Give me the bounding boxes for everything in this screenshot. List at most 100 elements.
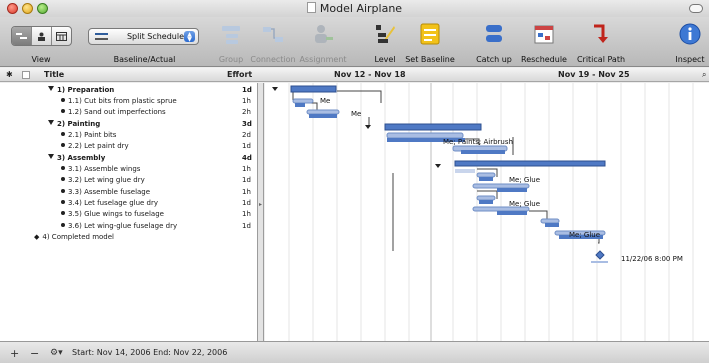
window-title-label: Model Airplane bbox=[319, 2, 403, 15]
task-bar-3-5 bbox=[545, 223, 559, 227]
task-row[interactable]: 1.2) Sand out imperfections 2h bbox=[0, 108, 258, 119]
reschedule-button[interactable]: Reschedule bbox=[516, 17, 572, 67]
task-title: 2.2) Let paint dry bbox=[68, 142, 129, 150]
gantt-gridlines bbox=[288, 83, 694, 341]
task-row[interactable]: 1.1) Cut bits from plastic sprue 1h bbox=[0, 97, 258, 108]
view-segmented-control[interactable] bbox=[11, 26, 72, 46]
view-resource-segment[interactable] bbox=[32, 27, 52, 45]
set-baseline-icon bbox=[420, 23, 440, 45]
connection-label: Connection bbox=[250, 55, 296, 64]
effort-column-header[interactable]: Effort bbox=[227, 70, 252, 79]
task-bullet-icon bbox=[61, 143, 65, 147]
action-gear-icon[interactable]: ⚙▾ bbox=[50, 348, 63, 358]
add-task-button[interactable]: + bbox=[10, 347, 19, 360]
task-bar-1-1 bbox=[295, 103, 305, 107]
baseline-popup[interactable]: Split Schedule ▲ ▼ bbox=[88, 28, 199, 45]
baseline-actual-control: Split Schedule ▲ ▼ Baseline/Actual bbox=[82, 17, 207, 67]
group-bar-preparation bbox=[290, 85, 337, 93]
baseline-bar bbox=[306, 109, 340, 115]
task-row[interactable]: 3.3) Assemble fuselage 1h bbox=[0, 188, 258, 199]
baseline-bar bbox=[476, 172, 496, 178]
task-row[interactable]: 2) Painting 3d bbox=[0, 120, 258, 131]
critical-path-button[interactable]: Critical Path bbox=[572, 17, 630, 67]
connection-button[interactable]: Connection bbox=[248, 17, 298, 67]
window-title: Model Airplane bbox=[0, 2, 709, 15]
task-title: 3.6) Let wing-glue fuselage dry bbox=[68, 222, 178, 230]
task-effort: 4d bbox=[242, 154, 252, 162]
task-effort: 1h bbox=[242, 165, 251, 173]
week-header-1: Nov 12 - Nov 18 bbox=[334, 70, 406, 79]
task-bullet-icon bbox=[61, 200, 65, 204]
pane-splitter[interactable]: ▸ bbox=[258, 83, 264, 341]
task-row[interactable]: 3.2) Let wing glue dry 1d bbox=[0, 176, 258, 187]
task-row[interactable]: 3.4) Let fuselage glue dry 1d bbox=[0, 199, 258, 210]
task-row[interactable]: 2.2) Let paint dry 1d bbox=[0, 142, 258, 153]
task-bullet-icon bbox=[61, 98, 65, 102]
week-header-2: Nov 19 - Nov 25 bbox=[558, 70, 630, 79]
gantt-resource-label: Me bbox=[351, 110, 361, 118]
view-calendar-segment[interactable] bbox=[52, 27, 71, 45]
assignment-label: Assignment bbox=[299, 55, 347, 64]
baseline-bar bbox=[455, 169, 475, 173]
gantt-group-triangle-icon bbox=[435, 164, 441, 168]
task-bullet-icon bbox=[61, 166, 65, 170]
task-effort: 1d bbox=[242, 86, 252, 94]
critical-path-icon bbox=[594, 24, 608, 43]
disclosure-triangle-icon[interactable] bbox=[48, 120, 54, 125]
task-bar-3-3 bbox=[479, 200, 493, 204]
row-status-icon: ✱ bbox=[6, 70, 13, 79]
zoom-icon[interactable]: ⌕ bbox=[702, 70, 706, 80]
task-bullet-icon bbox=[61, 223, 65, 227]
task-title: 1) Preparation bbox=[57, 86, 115, 94]
milestone-diamond-icon: ◆ bbox=[34, 233, 40, 241]
level-button[interactable]: Level bbox=[368, 17, 402, 67]
toolbar-toggle-button[interactable] bbox=[689, 4, 703, 13]
task-row[interactable]: 3.6) Let wing-glue fuselage dry 1d bbox=[0, 222, 258, 233]
milestone-date-label: 11/22/06 8:00 PM bbox=[621, 255, 683, 263]
task-bar-2-2 bbox=[461, 150, 505, 154]
task-title: 3.3) Assemble fuselage bbox=[68, 188, 151, 196]
task-bar-3-4 bbox=[497, 211, 527, 215]
reschedule-label: Reschedule bbox=[521, 55, 567, 64]
task-title: 3.4) Let fuselage glue dry bbox=[68, 199, 159, 207]
task-bullet-icon bbox=[61, 177, 65, 181]
disclosure-triangle-icon[interactable] bbox=[48, 154, 54, 159]
task-title: 3.1) Assemble wings bbox=[68, 165, 141, 173]
remove-task-button[interactable]: − bbox=[30, 347, 39, 360]
group-icon bbox=[222, 26, 240, 44]
catch-up-button[interactable]: Catch up bbox=[472, 17, 516, 67]
disclosure-triangle-icon[interactable] bbox=[48, 86, 54, 91]
set-baseline-button[interactable]: Set Baseline bbox=[402, 17, 458, 67]
task-bullet-icon bbox=[61, 109, 65, 113]
task-effort: 1h bbox=[242, 97, 251, 105]
task-title: 1.2) Sand out imperfections bbox=[68, 108, 166, 116]
app-window: Model Airplane View Split Schedule ▲ ▼ B… bbox=[0, 0, 709, 363]
baseline-popup-value: Split Schedule bbox=[126, 32, 185, 41]
group-button[interactable]: Group bbox=[214, 17, 248, 67]
critical-path-label: Critical Path bbox=[576, 55, 626, 64]
inspect-button[interactable]: Inspect bbox=[672, 17, 708, 67]
task-row[interactable]: 3) Assembly 4d bbox=[0, 154, 258, 165]
task-row[interactable]: ◆ 4) Completed model bbox=[0, 233, 258, 244]
task-row[interactable]: 3.1) Assemble wings 1h bbox=[0, 165, 258, 176]
view-gantt-segment[interactable] bbox=[12, 27, 32, 45]
title-column-header[interactable]: Title bbox=[44, 70, 64, 79]
task-outline: 1) Preparation 1d 1.1) Cut bits from pla… bbox=[0, 83, 258, 341]
popup-arrows-icon: ▲ ▼ bbox=[184, 31, 195, 43]
reschedule-icon bbox=[534, 25, 554, 44]
group-bar-assembly bbox=[454, 160, 606, 167]
task-effort: 1h bbox=[242, 188, 251, 196]
assignment-button[interactable]: Assignment bbox=[297, 17, 349, 67]
gantt-group-triangle-icon bbox=[272, 87, 278, 91]
splitter-grip-icon: ▸ bbox=[259, 201, 263, 208]
catch-up-label: Catch up bbox=[476, 55, 512, 64]
task-row[interactable]: 3.5) Glue wings to fuselage 1h bbox=[0, 210, 258, 221]
gantt-resource-label: Me; Glue bbox=[509, 176, 540, 184]
task-row[interactable]: 1) Preparation 1d bbox=[0, 86, 258, 97]
assignment-icon bbox=[315, 25, 333, 43]
split-schedule-icon bbox=[95, 33, 108, 40]
document-icon bbox=[306, 2, 316, 13]
gantt-group-triangle-icon bbox=[365, 125, 371, 129]
calendar-view-icon bbox=[56, 32, 67, 41]
task-row[interactable]: 2.1) Paint bits 2d bbox=[0, 131, 258, 142]
